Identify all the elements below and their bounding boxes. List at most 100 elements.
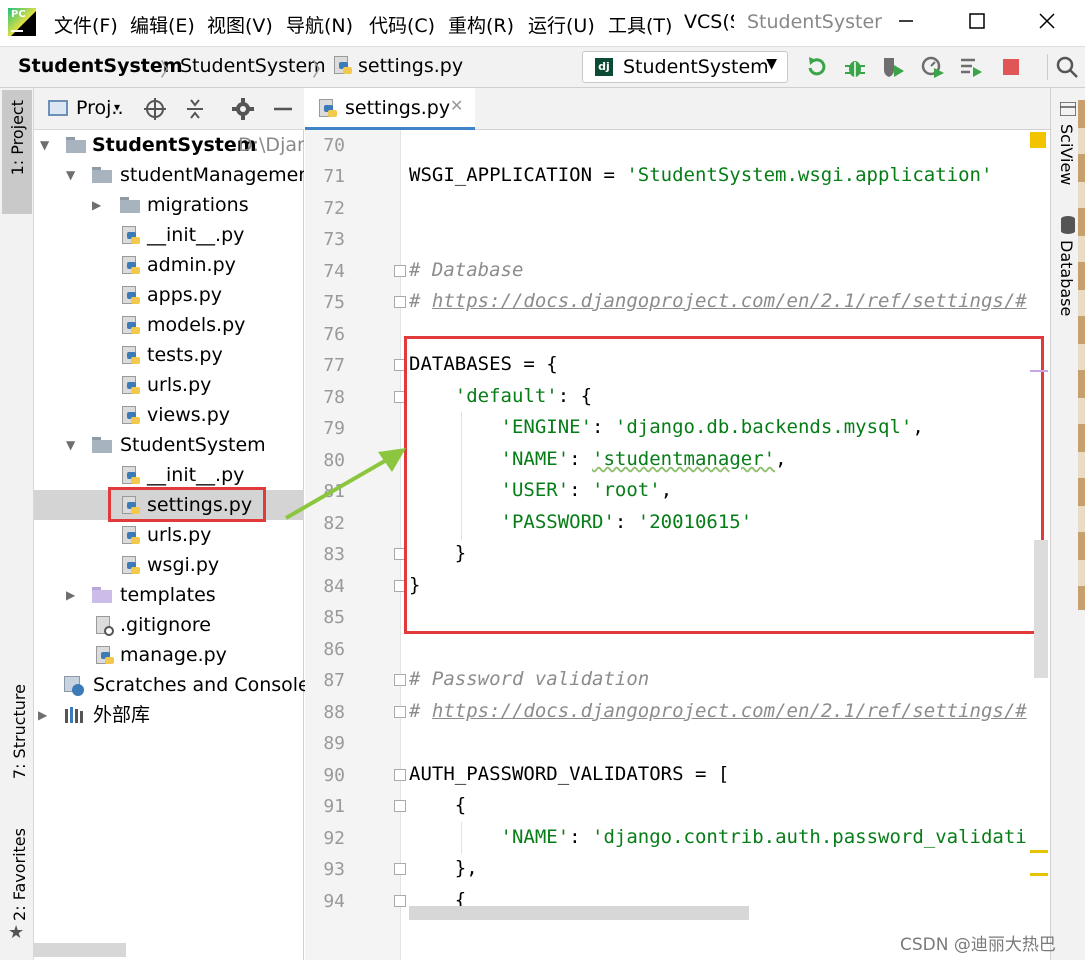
line-number: 78	[323, 387, 345, 408]
breadcrumb-separator: 〉	[312, 59, 332, 81]
tab-settings-py[interactable]: settings.py ✕	[305, 88, 475, 130]
horizontal-scrollbar[interactable]	[34, 943, 126, 957]
python-file-icon	[122, 286, 140, 306]
fold-marker-icon[interactable]	[394, 296, 406, 308]
python-file-icon	[122, 556, 140, 576]
line-number: 83	[323, 544, 345, 565]
chevron-down-icon[interactable]: ▼	[66, 430, 75, 460]
database-tab[interactable]: Database	[1057, 240, 1076, 316]
highlight-box-settings-file	[108, 487, 266, 522]
vertical-scrollbar[interactable]	[1034, 540, 1048, 678]
breadcrumb-project[interactable]: StudentSystem	[18, 55, 183, 77]
fold-marker-icon[interactable]	[394, 769, 406, 781]
structure-tool-tab[interactable]: 7: Structure	[6, 684, 32, 794]
tree-node-label: migrations	[147, 194, 249, 216]
pycharm-logo-icon: PC	[8, 8, 36, 36]
templates-folder-icon	[92, 587, 112, 603]
line-number: 74	[323, 261, 345, 282]
code-line-75: # https://docs.djangoproject.com/en/2.1/…	[409, 290, 1027, 312]
structure-tab-label: 7: Structure	[10, 684, 29, 780]
python-file-icon	[122, 376, 140, 396]
menu-tools[interactable]: 工具(T)	[608, 11, 672, 38]
python-file-icon	[319, 99, 337, 119]
breadcrumb-separator: 〉	[160, 59, 180, 81]
collapse-all-icon[interactable]	[184, 98, 206, 120]
fold-marker-icon[interactable]	[394, 674, 406, 686]
run-with-coverage-icon[interactable]	[880, 54, 906, 80]
python-file-icon	[122, 226, 140, 246]
fold-marker-icon[interactable]	[394, 265, 406, 277]
menu-vcs[interactable]: VCS(S	[684, 11, 734, 33]
hide-panel-icon[interactable]	[272, 98, 294, 120]
chevron-down-icon[interactable]: ▼	[66, 160, 75, 190]
maximize-button[interactable]	[957, 8, 997, 38]
fold-marker-icon[interactable]	[394, 863, 406, 875]
breadcrumb-package[interactable]: StudentSystem	[180, 55, 326, 77]
tree-node-folder[interactable]: ▼ studentManagement	[34, 160, 304, 190]
project-panel-header: Proj.. ▾	[34, 88, 304, 130]
tree-node-label: wsgi.py	[147, 554, 220, 576]
fold-marker-icon[interactable]	[394, 895, 406, 907]
error-stripe-mark[interactable]	[1030, 850, 1048, 853]
fold-marker-icon[interactable]	[394, 800, 406, 812]
error-stripe-mark[interactable]	[1030, 873, 1048, 876]
tree-node-label: StudentSystem	[120, 434, 266, 456]
line-number: 71	[323, 166, 345, 187]
menu-navigate[interactable]: 导航(N)	[286, 11, 353, 38]
python-file-icon	[122, 526, 140, 546]
code-token: :	[569, 826, 593, 848]
django-icon: dj	[595, 58, 613, 76]
menu-code[interactable]: 代码(C)	[369, 11, 435, 38]
favorites-tool-tab[interactable]: 2: Favorites ★	[6, 828, 32, 943]
menu-edit[interactable]: 编辑(E)	[130, 11, 195, 38]
sciview-tab[interactable]: SciView	[1057, 124, 1076, 185]
gear-icon[interactable]	[232, 98, 254, 120]
code-line-93: },	[409, 857, 478, 879]
tree-node-label: urls.py	[147, 374, 212, 396]
warning-marker-icon[interactable]	[1030, 132, 1046, 148]
line-number: 88	[323, 702, 345, 723]
chevron-right-icon[interactable]: ▶	[66, 580, 75, 610]
profile-icon[interactable]	[920, 54, 946, 80]
line-number: 90	[323, 765, 345, 786]
fold-marker-icon[interactable]	[394, 706, 406, 718]
menu-run[interactable]: 运行(U)	[528, 11, 595, 38]
watermark: CSDN @迪丽大热巴	[900, 935, 1056, 955]
chevron-down-icon[interactable]: ▾	[114, 100, 120, 114]
tree-node-label: views.py	[147, 404, 230, 426]
tab-label: settings.py	[345, 97, 451, 119]
menu-file[interactable]: 文件(F)	[54, 11, 118, 38]
run-concurrency-icon[interactable]	[958, 54, 984, 80]
package-folder-icon	[92, 167, 112, 183]
folder-icon	[120, 197, 140, 213]
debug-icon[interactable]	[842, 54, 868, 80]
chevron-right-icon[interactable]: ▶	[92, 190, 101, 220]
menu-view[interactable]: 视图(V)	[207, 11, 273, 38]
project-tool-tab[interactable]: 1: Project	[2, 90, 32, 214]
close-button[interactable]	[1027, 8, 1067, 38]
menu-refactor[interactable]: 重构(R)	[448, 11, 514, 38]
minimize-button[interactable]	[886, 8, 926, 38]
tree-node-label: StudentSystem	[92, 134, 257, 156]
code-token: },	[409, 857, 478, 879]
breadcrumb-file[interactable]: settings.py	[358, 55, 463, 77]
comment-link[interactable]: https://docs.djangoproject.com/en/2.1/re…	[432, 700, 1027, 722]
string-token: 'NAME'	[500, 826, 570, 848]
chevron-right-icon[interactable]: ▶	[38, 700, 47, 730]
comment-token: # Password validation	[409, 668, 650, 690]
star-icon: ★	[8, 922, 25, 943]
stop-icon[interactable]	[998, 54, 1024, 80]
close-tab-icon[interactable]: ✕	[450, 96, 463, 115]
horizontal-scrollbar[interactable]	[409, 906, 749, 920]
search-icon[interactable]	[1047, 54, 1080, 80]
line-number: 76	[323, 324, 345, 345]
error-stripe-mark[interactable]	[1030, 370, 1048, 372]
chevron-down-icon: ▼	[766, 56, 777, 72]
python-file-icon	[122, 316, 140, 336]
run-configuration-select[interactable]: dj StudentSystem ▼	[582, 51, 788, 83]
rerun-icon[interactable]	[804, 54, 830, 80]
tree-node-project-root[interactable]: ▼ StudentSystem D:\Djan	[34, 130, 304, 160]
comment-link[interactable]: https://docs.djangoproject.com/en/2.1/re…	[432, 290, 1027, 312]
chevron-down-icon[interactable]: ▼	[40, 130, 49, 160]
locate-target-icon[interactable]	[144, 98, 166, 120]
